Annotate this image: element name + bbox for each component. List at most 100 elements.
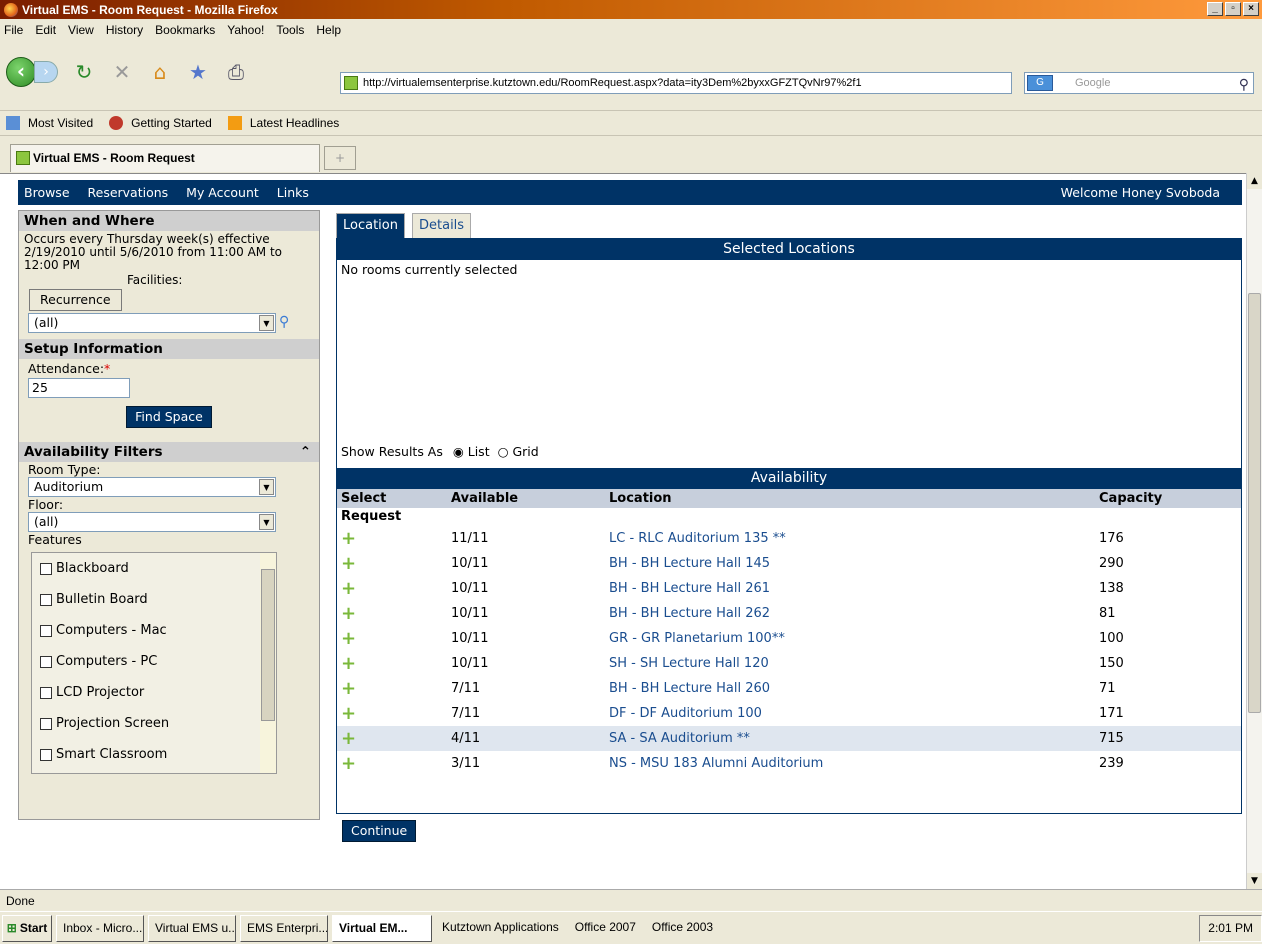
nav-my-account[interactable]: My Account [186, 185, 259, 200]
available-cell: 10/11 [451, 606, 489, 621]
table-row: +10/11 BH - BH Lecture Hall 261 138 [337, 576, 1241, 601]
location-link[interactable]: BH - BH Lecture Hall 260 [605, 676, 1095, 701]
capacity-cell: 176 [1099, 531, 1124, 546]
feature-smart-classroom[interactable]: Smart Classroom [32, 739, 276, 770]
location-link[interactable]: SA - SA Auditorium ** [605, 726, 1095, 751]
add-icon[interactable]: + [341, 628, 356, 649]
feature-computers-pc[interactable]: Computers - PC [32, 646, 276, 677]
window-title: Virtual EMS - Room Request - Mozilla Fir… [22, 2, 278, 17]
add-icon[interactable]: + [341, 678, 356, 699]
menu-tools[interactable]: Tools [276, 23, 304, 37]
tab-location[interactable]: Location [336, 213, 405, 238]
location-link[interactable]: BH - BH Lecture Hall 262 [605, 601, 1095, 626]
add-icon[interactable]: + [341, 753, 356, 774]
page-scrollbar[interactable]: ▲ ▼ [1246, 173, 1262, 889]
bookmark-getting-started[interactable]: Getting Started [109, 116, 220, 131]
minimize-button[interactable]: _ [1207, 2, 1223, 16]
recurrence-button[interactable]: Recurrence [29, 289, 122, 311]
tab-details[interactable]: Details [412, 213, 472, 238]
url-bar[interactable]: http://virtualemsenterprise.kutztown.edu… [340, 72, 1012, 94]
features-list: Blackboard Bulletin Board Computers - Ma… [31, 552, 277, 774]
menu-file[interactable]: File [4, 23, 23, 37]
scroll-up-icon[interactable]: ▲ [1247, 173, 1262, 189]
nav-reservations[interactable]: Reservations [88, 185, 169, 200]
continue-button[interactable]: Continue [342, 820, 417, 842]
site-favicon [344, 76, 358, 90]
close-button[interactable]: × [1243, 2, 1259, 16]
quicklaunch-kutztown[interactable]: Kutztown Applications [436, 915, 565, 942]
search-box[interactable]: G Google ⚲ [1024, 72, 1254, 94]
floor-select[interactable]: (all) ▼ [28, 512, 276, 532]
taskbar-inbox[interactable]: Inbox - Micro... [56, 914, 144, 942]
location-link[interactable]: BH - BH Lecture Hall 145 [605, 551, 1095, 576]
menu-view[interactable]: View [68, 23, 94, 37]
feature-blackboard[interactable]: Blackboard [32, 553, 276, 584]
checkbox-icon [40, 655, 52, 668]
radio-grid[interactable]: ○ Grid [498, 444, 539, 459]
print-icon[interactable]: ⎙ [224, 60, 248, 84]
location-link[interactable]: BH - BH Lecture Hall 261 [605, 576, 1095, 601]
stop-icon[interactable]: ✕ [110, 60, 134, 84]
taskbar-virtual-ems-u[interactable]: Virtual EMS u... [148, 914, 236, 942]
chevron-down-icon[interactable]: ▼ [259, 514, 274, 530]
attendance-input[interactable]: 25 [28, 378, 130, 398]
search-engine-icon[interactable]: G [1027, 75, 1053, 91]
search-icon[interactable]: ⚲ [1239, 74, 1249, 94]
menu-help[interactable]: Help [316, 23, 341, 37]
menu-yahoo[interactable]: Yahoo! [227, 23, 264, 37]
add-icon[interactable]: + [341, 528, 356, 549]
navigation-toolbar: ‹ › ↻ ✕ ⌂ ★ ⎙ http://virtualemsenterpris… [0, 40, 1262, 110]
add-icon[interactable]: + [341, 703, 356, 724]
taskbar-ems-enterprise[interactable]: EMS Enterpri... [240, 914, 328, 942]
add-icon[interactable]: + [341, 578, 356, 599]
menu-history[interactable]: History [106, 23, 143, 37]
facility-select[interactable]: (all) ▼ [28, 313, 276, 333]
feature-projection-screen[interactable]: Projection Screen [32, 708, 276, 739]
add-icon[interactable]: + [341, 603, 356, 624]
nav-links[interactable]: Links [277, 185, 309, 200]
room-type-select[interactable]: Auditorium ▼ [28, 477, 276, 497]
bookmark-latest-headlines[interactable]: Latest Headlines [227, 116, 347, 131]
location-link[interactable]: LC - RLC Auditorium 135 ** [605, 526, 1095, 551]
site-favicon [16, 151, 30, 165]
checkbox-icon [40, 593, 52, 606]
forward-button[interactable]: › [34, 61, 58, 83]
radio-list[interactable]: ◉ List [453, 444, 490, 459]
reload-icon[interactable]: ↻ [72, 60, 96, 84]
features-scrollbar[interactable] [260, 553, 276, 773]
feature-bulletin-board[interactable]: Bulletin Board [32, 584, 276, 615]
bookmark-icon[interactable]: ★ [186, 60, 210, 84]
add-icon[interactable]: + [341, 553, 356, 574]
menu-edit[interactable]: Edit [35, 23, 56, 37]
back-button[interactable]: ‹ [6, 57, 36, 87]
capacity-cell: 71 [1099, 681, 1116, 696]
folder-icon [6, 116, 20, 131]
new-tab-button[interactable]: + [324, 146, 356, 170]
browser-tab[interactable]: Virtual EMS - Room Request [10, 144, 320, 172]
feature-lcd-projector[interactable]: LCD Projector [32, 677, 276, 708]
start-button[interactable]: ⊞ Start [2, 914, 52, 942]
add-icon[interactable]: + [341, 728, 356, 749]
menu-bookmarks[interactable]: Bookmarks [155, 23, 215, 37]
collapse-icon[interactable]: ⌃ [300, 442, 311, 462]
taskbar-virtual-em[interactable]: Virtual EM... [332, 914, 432, 942]
chevron-down-icon[interactable]: ▼ [259, 315, 274, 331]
quicklaunch-office2007[interactable]: Office 2007 [569, 915, 642, 942]
add-icon[interactable]: + [341, 653, 356, 674]
home-icon[interactable]: ⌂ [148, 60, 172, 84]
location-link[interactable]: GR - GR Planetarium 100** [605, 626, 1095, 651]
quicklaunch-office2003[interactable]: Office 2003 [646, 915, 719, 942]
chevron-down-icon[interactable]: ▼ [259, 479, 274, 495]
bookmark-most-visited[interactable]: Most Visited [6, 116, 101, 131]
search-icon[interactable]: ⚲ [279, 314, 289, 330]
feature-computers-mac[interactable]: Computers - Mac [32, 615, 276, 646]
scroll-thumb[interactable] [1248, 293, 1261, 713]
scroll-down-icon[interactable]: ▼ [1247, 873, 1262, 889]
location-link[interactable]: SH - SH Lecture Hall 120 [605, 651, 1095, 676]
nav-browse[interactable]: Browse [24, 185, 70, 200]
location-link[interactable]: NS - MSU 183 Alumni Auditorium [605, 751, 1095, 776]
find-space-button[interactable]: Find Space [126, 406, 212, 428]
location-link[interactable]: DF - DF Auditorium 100 [605, 701, 1095, 726]
maximize-button[interactable]: ▫ [1225, 2, 1241, 16]
table-row: +4/11 SA - SA Auditorium ** 715 [337, 726, 1241, 751]
